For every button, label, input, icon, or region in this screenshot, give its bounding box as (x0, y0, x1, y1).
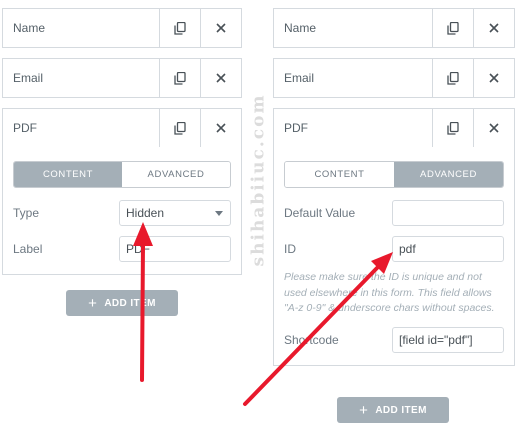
repeater-item-name[interactable]: Name (2, 8, 242, 48)
repeater-item-name[interactable]: Name (273, 8, 515, 48)
add-item-label: ADD ITEM (104, 297, 156, 309)
remove-button[interactable] (200, 109, 241, 147)
close-icon (216, 23, 226, 33)
type-select[interactable]: Hidden (119, 200, 231, 226)
id-input[interactable]: pdf (392, 236, 504, 262)
close-icon (216, 123, 226, 133)
item-title[interactable]: PDF (3, 109, 159, 147)
tab-advanced[interactable]: ADVANCED (394, 162, 503, 187)
duplicate-button[interactable] (432, 109, 473, 147)
add-item-label: ADD ITEM (375, 404, 427, 416)
shortcode-label: Shortcode (284, 332, 339, 347)
id-control: ID pdf (284, 236, 504, 262)
close-icon (489, 123, 499, 133)
id-help-text: Please make sure the ID is unique and no… (284, 271, 495, 314)
plus-icon: + (359, 401, 369, 419)
label-input[interactable]: PDF (119, 236, 231, 262)
duplicate-button[interactable] (159, 9, 200, 47)
copy-icon (174, 121, 186, 135)
duplicate-button[interactable] (432, 59, 473, 97)
default-value-input[interactable] (392, 200, 504, 226)
item-title[interactable]: Name (274, 9, 432, 47)
settings-tabs: CONTENT ADVANCED (284, 161, 504, 188)
type-select-value: Hidden (126, 206, 165, 220)
chevron-down-icon (215, 211, 223, 216)
close-icon (489, 23, 499, 33)
tab-content[interactable]: CONTENT (285, 162, 394, 187)
settings-tabs: CONTENT ADVANCED (13, 161, 231, 188)
type-control: Type Hidden (13, 200, 231, 226)
item-settings-panel: CONTENT ADVANCED Default Value ID pdf Pl… (273, 147, 515, 366)
item-title[interactable]: Name (3, 9, 159, 47)
duplicate-button[interactable] (159, 109, 200, 147)
duplicate-button[interactable] (159, 59, 200, 97)
tab-content[interactable]: CONTENT (14, 162, 122, 187)
item-settings-panel: CONTENT ADVANCED Type Hidden Label PDF (2, 147, 242, 275)
plus-icon: + (88, 294, 98, 312)
watermark: shihabiiuc.com (248, 93, 268, 267)
type-label: Type (13, 206, 40, 220)
tab-advanced[interactable]: ADVANCED (122, 162, 230, 187)
label-control: Label PDF (13, 236, 231, 262)
remove-button[interactable] (473, 9, 514, 47)
label-label: Label (13, 242, 43, 256)
add-item-button[interactable]: + ADD ITEM (66, 290, 178, 316)
item-title[interactable]: Email (3, 59, 159, 97)
item-title[interactable]: Email (274, 59, 432, 97)
default-value-label: Default Value (284, 206, 356, 220)
shortcode-control: Shortcode [field id="pdf"] (284, 326, 504, 353)
default-value-control: Default Value (284, 200, 504, 226)
repeater-item-email[interactable]: Email (2, 58, 242, 98)
repeater-item-email[interactable]: Email (273, 58, 515, 98)
left-panel: Name Email PDF CONTENT ADVANCED Type Hid… (2, 8, 242, 275)
remove-button[interactable] (473, 59, 514, 97)
copy-icon (174, 71, 186, 85)
copy-icon (447, 121, 459, 135)
item-title[interactable]: PDF (274, 109, 432, 147)
duplicate-button[interactable] (432, 9, 473, 47)
right-panel: Name Email PDF CONTENT ADVANCED Default (273, 8, 515, 366)
copy-icon (447, 71, 459, 85)
repeater-item-pdf[interactable]: PDF (273, 108, 515, 148)
remove-button[interactable] (200, 59, 241, 97)
id-label: ID (284, 242, 296, 256)
shortcode-input[interactable]: [field id="pdf"] (392, 326, 504, 353)
copy-icon (447, 21, 459, 35)
add-item-button[interactable]: + ADD ITEM (337, 397, 449, 423)
remove-button[interactable] (200, 9, 241, 47)
repeater-item-pdf[interactable]: PDF (2, 108, 242, 148)
close-icon (216, 73, 226, 83)
remove-button[interactable] (473, 109, 514, 147)
copy-icon (174, 21, 186, 35)
close-icon (489, 73, 499, 83)
